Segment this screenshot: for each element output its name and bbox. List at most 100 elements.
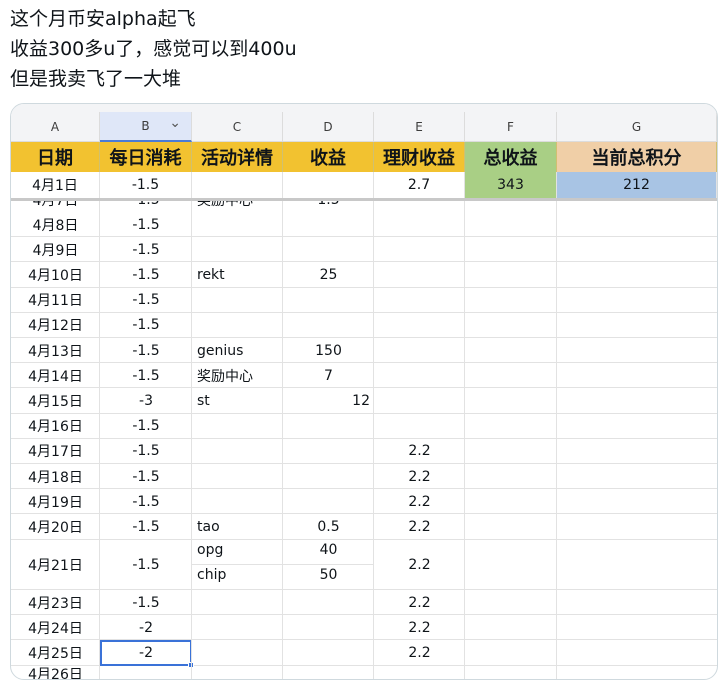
cell-date[interactable]: 4月11日 — [11, 288, 100, 313]
cell-activity[interactable]: st — [192, 388, 283, 413]
header-cell-1[interactable]: 日期 — [11, 142, 100, 172]
cell-date[interactable]: 4月19日 — [11, 489, 100, 514]
cell-finance[interactable]: 2.2 — [374, 514, 465, 539]
cell-cost[interactable]: -1.5 — [100, 489, 192, 514]
cell-date[interactable]: 4月21日 — [11, 540, 100, 590]
cell-finance[interactable]: 2.2 — [374, 439, 465, 464]
cell-activity[interactable] — [192, 439, 283, 464]
cell-income[interactable] — [283, 212, 374, 237]
cell-finance[interactable] — [374, 313, 465, 338]
frozen-cell-points[interactable]: 212 — [557, 172, 717, 198]
cell-income[interactable]: 50 — [283, 563, 374, 588]
cell-cost[interactable]: -2 — [100, 615, 192, 640]
cell-cost[interactable]: -1.5 — [100, 590, 192, 615]
column-header-d[interactable]: D — [283, 112, 374, 142]
partial-cell-date[interactable]: 4月7日 — [11, 201, 100, 212]
cell-date[interactable]: 4月24日 — [11, 615, 100, 640]
cell-activity[interactable]: opg — [192, 538, 283, 563]
cell-finance[interactable] — [374, 212, 465, 237]
column-header-b[interactable]: B ⌄ — [100, 112, 192, 142]
cell-cost[interactable]: -1.5 — [100, 514, 192, 539]
cell-activity[interactable] — [192, 237, 283, 262]
cell-activity[interactable]: chip — [192, 563, 283, 588]
cell-finance[interactable] — [374, 363, 465, 388]
cell-cost[interactable]: -1.5 — [100, 363, 192, 388]
cell-date[interactable]: 4月23日 — [11, 590, 100, 615]
cell-finance[interactable]: 2.2 — [374, 590, 465, 615]
cell-activity[interactable] — [192, 212, 283, 237]
cell-finance[interactable] — [374, 262, 465, 287]
cell-activity[interactable]: rekt — [192, 262, 283, 287]
column-header-g[interactable]: G — [557, 112, 717, 142]
cell-date[interactable]: 4月20日 — [11, 514, 100, 539]
header-cell-7[interactable]: 当前总积分 — [557, 142, 717, 172]
frozen-cell-date[interactable]: 4月1日 — [11, 172, 100, 198]
frozen-cell-total[interactable]: 343 — [465, 172, 557, 198]
column-header-e[interactable]: E — [374, 112, 465, 142]
cell-cost[interactable]: -1.5 — [100, 288, 192, 313]
spreadsheet-image[interactable]: A B ⌄ C D E F G 日期 每日消耗 活动详情 收益 理财收益 总收益 当前总积分 4月1日 -1.5… — [10, 103, 718, 680]
cell-date[interactable]: 4月9日 — [11, 237, 100, 262]
frozen-cell-income[interactable] — [283, 172, 374, 198]
cell-date[interactable]: 4月13日 — [11, 338, 100, 363]
cell-income[interactable] — [283, 313, 374, 338]
cell-activity[interactable] — [192, 313, 283, 338]
cell-activity[interactable] — [192, 489, 283, 514]
cell-finance[interactable] — [374, 338, 465, 363]
cell-income[interactable]: 150 — [283, 338, 374, 363]
cell-finance[interactable]: 2.2 — [374, 540, 465, 590]
cell-cost[interactable]: -1.5 — [100, 540, 192, 590]
cell-cost[interactable]: -1.5 — [100, 237, 192, 262]
cell-income[interactable]: 12 — [283, 388, 374, 413]
cell-income[interactable] — [283, 464, 374, 489]
cell-cost[interactable]: -1.5 — [100, 338, 192, 363]
cell-cost[interactable]: -1.5 — [100, 414, 192, 439]
column-header-a[interactable]: A — [11, 112, 100, 142]
chevron-down-icon[interactable]: ⌄ — [169, 115, 181, 131]
cell-activity[interactable] — [192, 414, 283, 439]
cell-income[interactable]: 25 — [283, 262, 374, 287]
cell-cost[interactable]: -1.5 — [100, 439, 192, 464]
cell-income[interactable] — [283, 439, 374, 464]
cell-date[interactable]: 4月25日 — [11, 640, 100, 665]
cell-finance[interactable]: 2.2 — [374, 615, 465, 640]
partial-cell-cost[interactable]: -1.5 — [100, 201, 192, 212]
partial-cell-activity[interactable]: 奖励中心 — [192, 201, 283, 212]
cell-activity[interactable]: tao — [192, 514, 283, 539]
header-cell-6[interactable]: 总收益 — [465, 142, 557, 172]
cell-finance[interactable]: 2.2 — [374, 464, 465, 489]
frozen-cell-finance[interactable]: 2.7 — [374, 172, 465, 198]
cell-date[interactable]: 4月8日 — [11, 212, 100, 237]
column-header-c[interactable]: C — [192, 112, 283, 142]
cell-income[interactable]: 0.5 — [283, 514, 374, 539]
frozen-cell-cost[interactable]: -1.5 — [100, 172, 192, 198]
cell-income[interactable]: 7 — [283, 363, 374, 388]
cell-date-partial[interactable]: 4月26日 — [11, 666, 100, 679]
partial-cell-income[interactable]: 1.5 — [283, 201, 374, 212]
selected-cell[interactable] — [100, 640, 192, 666]
cell-finance[interactable]: 2.2 — [374, 640, 465, 665]
cell-activity[interactable] — [192, 288, 283, 313]
cell-date[interactable]: 4月10日 — [11, 262, 100, 287]
cell-date[interactable]: 4月14日 — [11, 363, 100, 388]
cell-finance[interactable] — [374, 388, 465, 413]
cell-activity[interactable]: 奖励中心 — [192, 363, 283, 388]
cell-income[interactable] — [283, 489, 374, 514]
cell-activity[interactable]: genius — [192, 338, 283, 363]
cell-date[interactable]: 4月12日 — [11, 313, 100, 338]
cell-cost[interactable]: -1.5 — [100, 212, 192, 237]
cell-activity[interactable] — [192, 464, 283, 489]
cell-finance[interactable] — [374, 288, 465, 313]
cell-income[interactable] — [283, 237, 374, 262]
cell-cost[interactable]: -1.5 — [100, 464, 192, 489]
header-cell-2[interactable]: 每日消耗 — [100, 142, 192, 172]
cell-income[interactable]: 40 — [283, 538, 374, 563]
header-cell-4[interactable]: 收益 — [283, 142, 374, 172]
cell-date[interactable]: 4月18日 — [11, 464, 100, 489]
cell-income[interactable] — [283, 414, 374, 439]
cell-income[interactable] — [283, 288, 374, 313]
header-cell-3[interactable]: 活动详情 — [192, 142, 283, 172]
column-header-f[interactable]: F — [465, 112, 557, 142]
cell-cost[interactable]: -1.5 — [100, 262, 192, 287]
cell-date[interactable]: 4月15日 — [11, 388, 100, 413]
